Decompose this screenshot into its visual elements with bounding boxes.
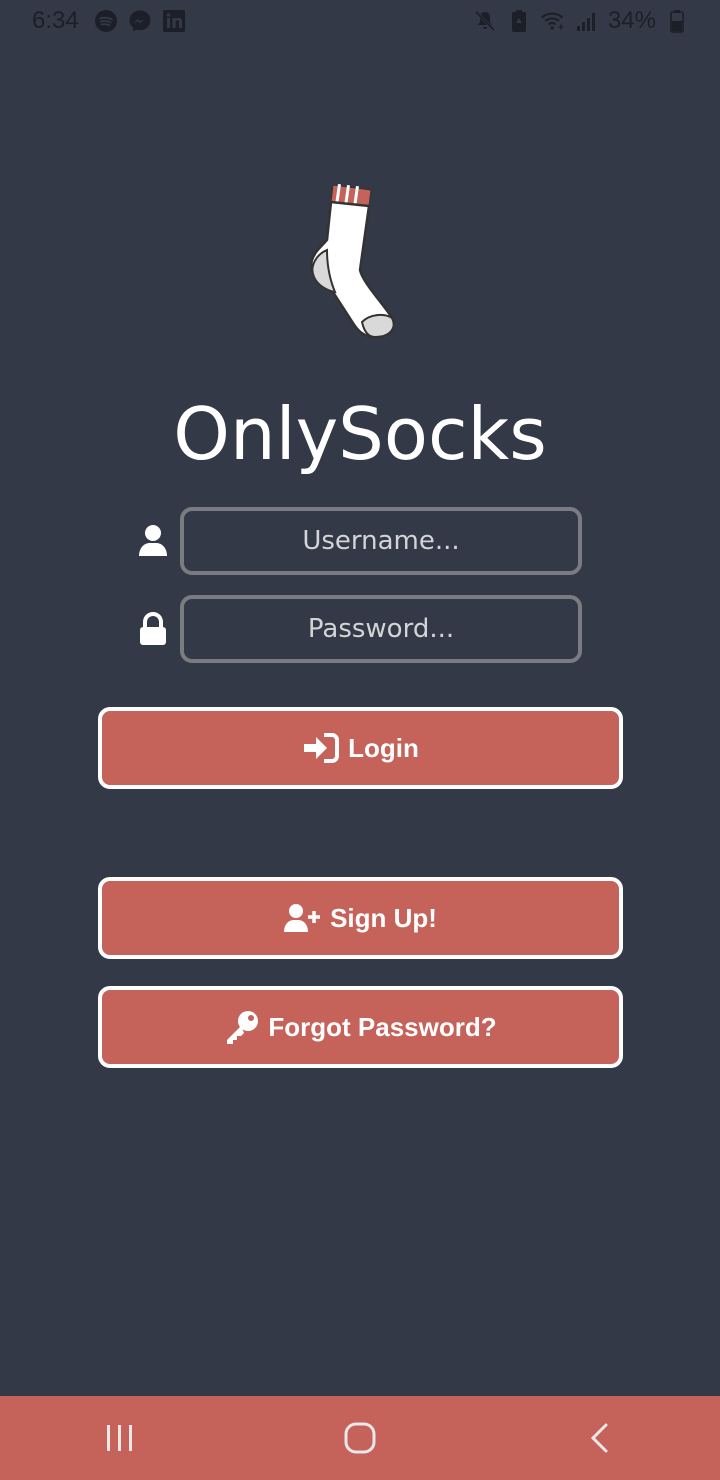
messenger-icon [127,8,153,34]
wifi-icon [540,8,566,34]
signal-icon [574,8,600,34]
mute-icon [472,8,498,34]
status-bar-left: 6:34 [32,7,187,35]
status-bar-right: 34% [472,7,690,35]
lock-icon [138,609,180,649]
key-icon [224,1009,260,1045]
forgot-password-button[interactable]: Forgot Password? [98,986,623,1068]
user-icon [138,521,180,561]
back-icon[interactable] [570,1408,630,1468]
battery-icon [664,8,690,34]
spotify-icon [93,8,119,34]
signup-label: Sign Up! [330,902,437,933]
recent-apps-icon[interactable] [90,1408,150,1468]
user-plus-icon [284,903,322,933]
home-icon[interactable] [330,1408,390,1468]
forgot-label: Forgot Password? [268,1011,497,1042]
username-input[interactable] [180,507,582,575]
login-label: Login [348,732,419,763]
navigation-bar [0,1396,720,1480]
login-button[interactable]: Login [98,707,623,789]
username-row [138,506,584,576]
linkedin-icon [161,8,187,34]
password-row [138,594,584,664]
status-bar: 6:34 34% [0,0,720,42]
password-input[interactable] [180,595,582,663]
battery-percentage: 34% [607,7,656,34]
sock-logo [300,180,400,345]
sign-in-icon [302,733,340,763]
signup-button[interactable]: Sign Up! [98,877,623,959]
app-title: OnlySocks [173,392,547,476]
status-time: 6:34 [32,7,79,34]
battery-saver-icon [506,8,532,34]
